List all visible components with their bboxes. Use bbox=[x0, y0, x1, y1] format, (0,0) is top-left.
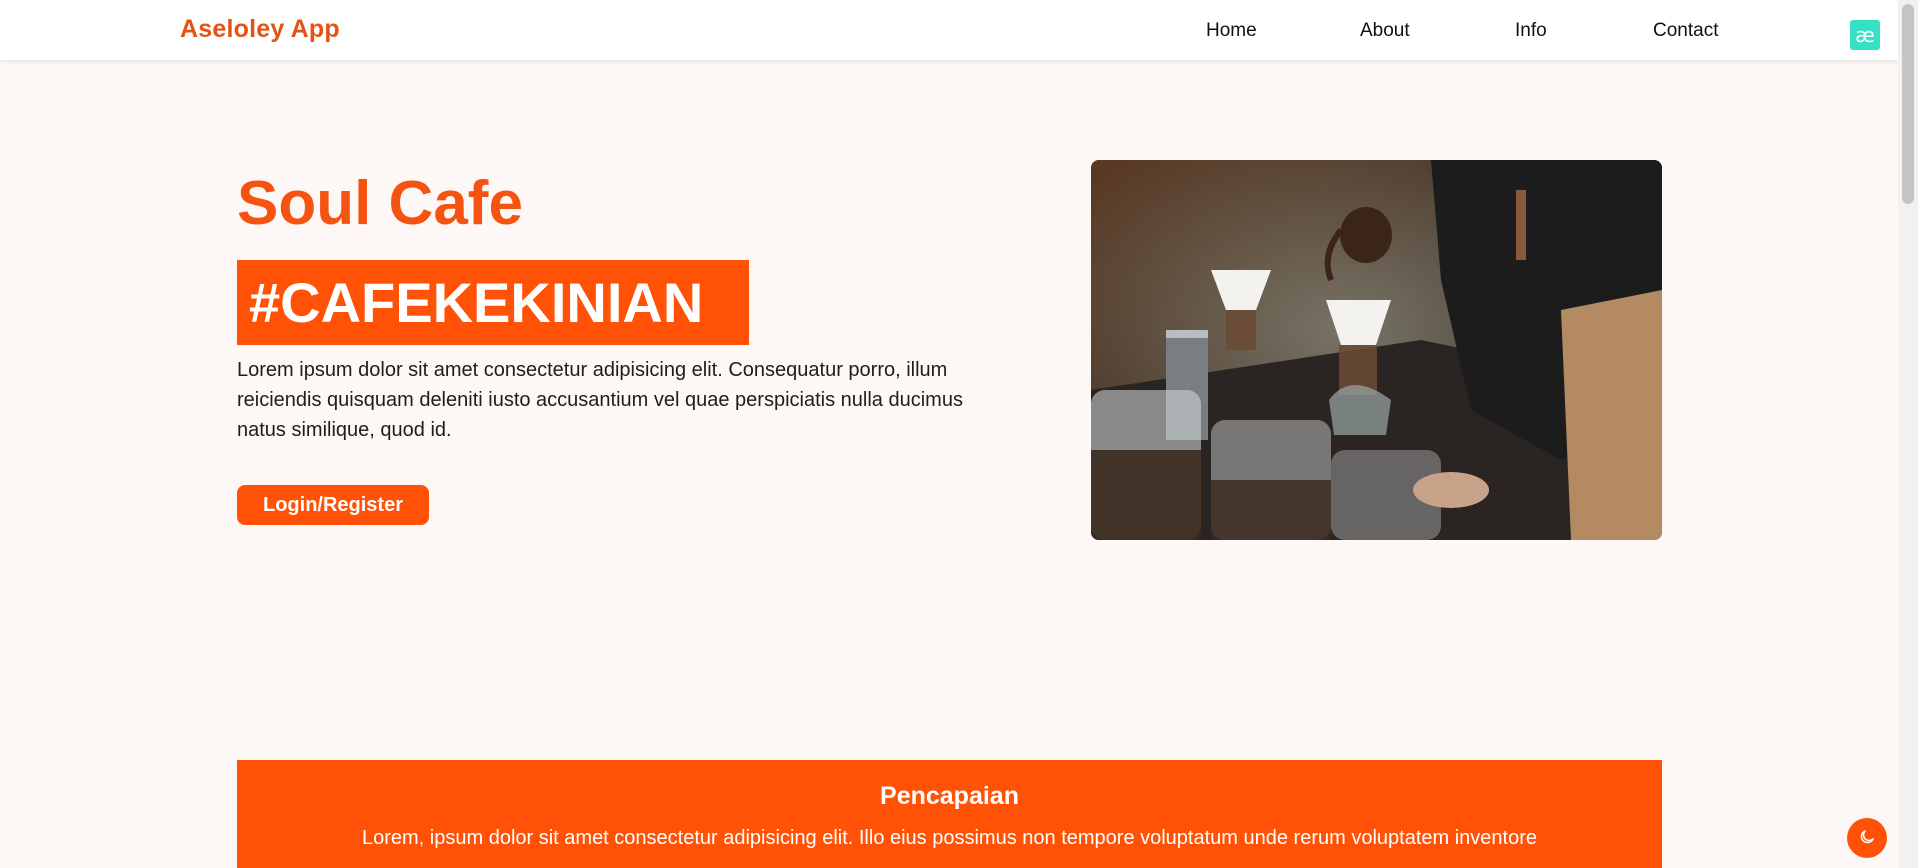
brand-logo-text[interactable]: Aseloley App bbox=[180, 15, 340, 44]
hero-hashtag: #CAFEKEKINIAN bbox=[237, 260, 749, 345]
nav-link-info[interactable]: Info bbox=[1515, 20, 1547, 42]
nav-link-about[interactable]: About bbox=[1360, 20, 1410, 42]
theme-toggle-button[interactable] bbox=[1847, 818, 1887, 858]
scrollbar-thumb[interactable] bbox=[1902, 4, 1914, 204]
hero-title: Soul Cafe bbox=[237, 169, 523, 238]
achievements-section: Pencapaian Lorem, ipsum dolor sit amet c… bbox=[237, 760, 1662, 868]
nav-link-home[interactable]: Home bbox=[1206, 20, 1257, 42]
achievements-title: Pencapaian bbox=[880, 782, 1019, 810]
page: Aseloley App Home About Info Contact æ S… bbox=[0, 0, 1918, 868]
hero-description: Lorem ipsum dolor sit amet consectetur a… bbox=[237, 359, 963, 441]
moon-icon bbox=[1858, 828, 1876, 849]
login-register-button[interactable]: Login/Register bbox=[237, 485, 429, 525]
achievements-description: Lorem, ipsum dolor sit amet consectetur … bbox=[361, 827, 1538, 849]
scrollbar[interactable] bbox=[1898, 0, 1918, 868]
nav-link-contact[interactable]: Contact bbox=[1653, 20, 1718, 42]
ae-logo-icon[interactable]: æ bbox=[1850, 20, 1880, 50]
barista-photo bbox=[1091, 160, 1662, 540]
navbar: Aseloley App Home About Info Contact æ bbox=[0, 0, 1898, 60]
